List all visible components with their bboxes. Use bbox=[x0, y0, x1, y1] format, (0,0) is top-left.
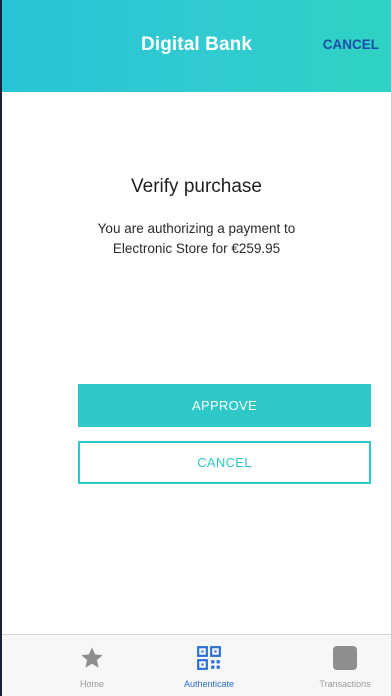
square-icon bbox=[332, 645, 358, 671]
header-bar: Digital Bank CANCEL bbox=[2, 0, 391, 92]
cancel-button[interactable]: CANCEL bbox=[78, 441, 371, 484]
verify-description-line2: Electronic Store for €259.95 bbox=[112, 241, 281, 256]
approve-button[interactable]: APPROVE bbox=[78, 384, 371, 427]
star-icon bbox=[81, 647, 103, 668]
verify-title: Verify purchase bbox=[131, 176, 262, 197]
tab-transactions-label: Transactions bbox=[319, 679, 371, 689]
tab-authenticate[interactable]: Authenticate bbox=[154, 635, 264, 696]
app-frame: Digital Bank CANCEL Verify purchase You … bbox=[0, 0, 392, 696]
tab-bar: Home Authenticate Transactions bbox=[2, 634, 391, 696]
tab-transactions[interactable]: Transactions bbox=[300, 635, 390, 696]
verify-description-line1: You are authorizing a payment to bbox=[97, 221, 296, 236]
verify-description: You are authorizing a payment to Electro… bbox=[62, 219, 331, 259]
qr-code-icon bbox=[197, 646, 221, 670]
header-cancel-button[interactable]: CANCEL bbox=[323, 37, 379, 52]
tab-home-label: Home bbox=[79, 679, 104, 689]
tab-home[interactable]: Home bbox=[37, 635, 147, 696]
tab-authenticate-label: Authenticate bbox=[183, 679, 235, 689]
